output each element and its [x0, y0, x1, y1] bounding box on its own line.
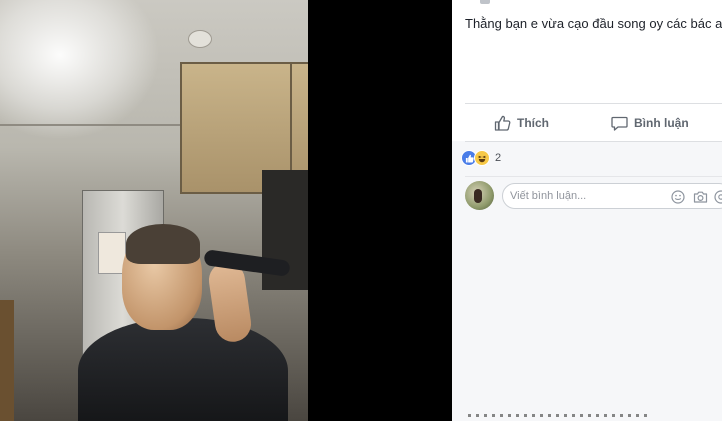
- actions-bottom-divider: [465, 141, 722, 142]
- person-cape: [78, 318, 288, 421]
- post-caption: Thằng bạn e vừa cạo đầu song oy các bác …: [465, 16, 722, 31]
- wooden-shelf: [0, 300, 14, 421]
- cropped-header-icon: [480, 0, 490, 4]
- haha-reaction-icon: [474, 150, 490, 166]
- actions-top-divider: [465, 103, 722, 104]
- comment-button[interactable]: Bình luận: [611, 112, 689, 134]
- cropped-comment-text: [468, 414, 648, 417]
- comment-label: Bình luận: [634, 116, 689, 130]
- composer-divider: [465, 176, 722, 177]
- camera-icon[interactable]: [693, 190, 708, 204]
- person-hair: [126, 224, 200, 264]
- reaction-summary[interactable]: 2: [461, 150, 501, 166]
- comment-composer[interactable]: [502, 183, 722, 209]
- reaction-count: 2: [495, 152, 502, 164]
- like-label: Thích: [517, 116, 549, 130]
- comment-input[interactable]: [510, 188, 660, 204]
- thumbs-up-icon: [494, 115, 511, 131]
- post-video[interactable]: [0, 0, 308, 421]
- gif-icon[interactable]: [714, 190, 722, 204]
- smiley-icon[interactable]: [671, 190, 685, 204]
- post-side-panel: Thằng bạn e vừa cạo đầu song oy các bác …: [452, 0, 722, 421]
- speech-bubble-icon: [611, 115, 628, 131]
- avatar[interactable]: [465, 181, 494, 210]
- smoke-detector: [188, 30, 212, 48]
- like-button[interactable]: Thích: [494, 112, 549, 134]
- ceiling-light: [0, 0, 160, 140]
- video-letterbox: [308, 0, 452, 421]
